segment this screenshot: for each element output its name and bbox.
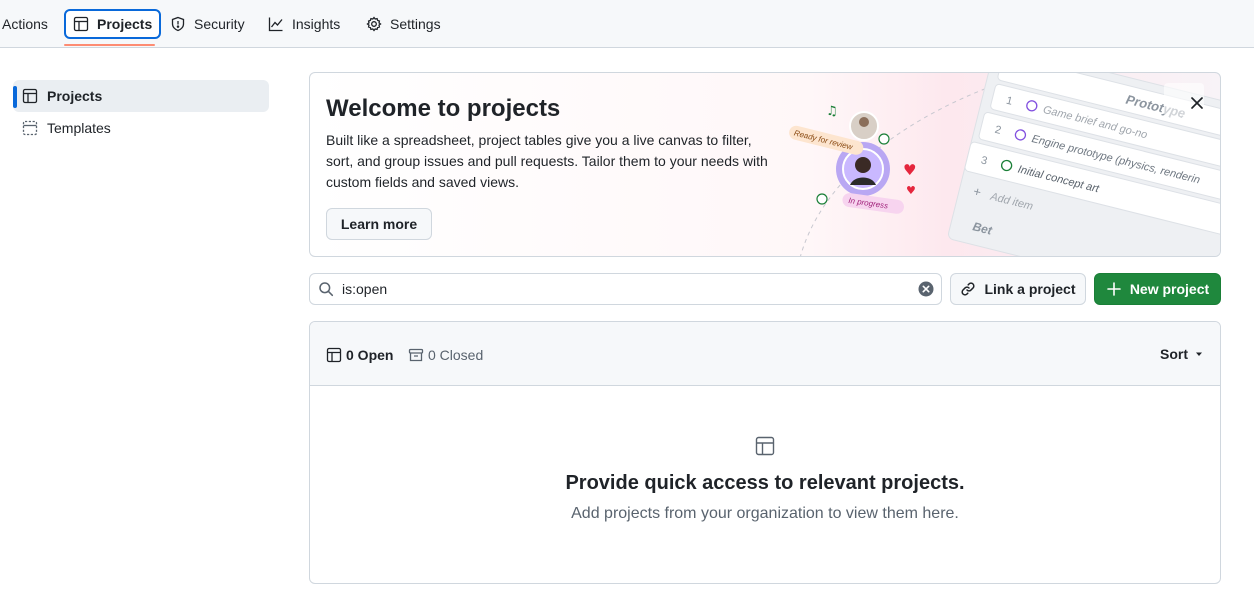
- closed-filter[interactable]: 0 Closed: [408, 346, 483, 364]
- table-icon: [73, 16, 89, 32]
- gear-icon: [366, 16, 382, 32]
- active-indicator: [13, 86, 17, 108]
- tab-label: Insights: [292, 16, 341, 32]
- active-tab-underline: [64, 44, 155, 46]
- shield-icon: [171, 16, 185, 32]
- graph-icon: [268, 17, 283, 32]
- tab-settings[interactable]: Settings: [359, 9, 448, 39]
- tab-actions[interactable]: Actions: [0, 9, 55, 39]
- table-icon: [755, 436, 775, 456]
- clear-search-icon[interactable]: [918, 281, 934, 297]
- sidebar-item-projects[interactable]: Projects: [13, 80, 269, 112]
- table-icon: [22, 88, 38, 104]
- triangle-down-icon: [1196, 352, 1202, 356]
- link-project-label: Link a project: [984, 281, 1076, 297]
- close-icon[interactable]: [1187, 93, 1207, 113]
- open-filter[interactable]: 0 Open: [326, 346, 393, 364]
- new-project-label: New project: [1129, 281, 1210, 297]
- new-project-button[interactable]: New project: [1094, 273, 1221, 305]
- sidebar-item-label: Projects: [47, 88, 103, 104]
- project-search: [309, 273, 942, 305]
- banner-title: Welcome to projects: [326, 95, 561, 122]
- open-count: 0 Open: [346, 347, 394, 363]
- learn-more-button[interactable]: Learn more: [326, 208, 432, 240]
- tab-insights[interactable]: Insights: [261, 9, 347, 39]
- link-icon: [961, 282, 976, 296]
- sort-dropdown[interactable]: Sort: [1160, 346, 1204, 362]
- list-header: 0 Open 0 Closed Sort: [310, 322, 1220, 386]
- svg-text:♥: ♥: [906, 184, 916, 197]
- tab-label: Actions: [2, 16, 48, 32]
- projects-list: 0 Open 0 Closed Sort Provide quick acces…: [309, 321, 1221, 584]
- sort-label: Sort: [1160, 346, 1188, 362]
- archive-icon: [408, 348, 424, 362]
- svg-text:♥: ♥: [903, 161, 916, 179]
- search-icon: [319, 282, 334, 297]
- tab-projects[interactable]: Projects: [64, 9, 162, 39]
- tab-security[interactable]: Security: [163, 9, 252, 39]
- empty-state-title: Provide quick access to relevant project…: [565, 472, 965, 494]
- plus-icon: [1107, 282, 1121, 296]
- sidebar-item-label: Templates: [47, 120, 111, 136]
- closed-count: 0 Closed: [428, 347, 484, 363]
- tab-label: Security: [194, 16, 245, 32]
- tab-label: Projects: [97, 16, 153, 32]
- sidebar-item-templates[interactable]: Templates: [13, 112, 269, 144]
- projects-illustration: Prototype 1 Game brief and go-no 2 Engin…: [789, 73, 1220, 256]
- svg-text:♫: ♫: [826, 104, 838, 119]
- repo-nav: Actions Projects Security Insights Setti…: [0, 0, 1254, 48]
- table-icon: [326, 347, 342, 363]
- banner-description: Built like a spreadsheet, project tables…: [326, 132, 768, 190]
- search-input[interactable]: [342, 279, 902, 299]
- welcome-banner: Welcome to projects Built like a spreads…: [309, 72, 1221, 257]
- template-icon: [22, 120, 38, 136]
- empty-state-description: Add projects from your organization to v…: [571, 505, 959, 522]
- tab-label: Settings: [390, 16, 441, 32]
- link-project-button[interactable]: Link a project: [950, 273, 1086, 305]
